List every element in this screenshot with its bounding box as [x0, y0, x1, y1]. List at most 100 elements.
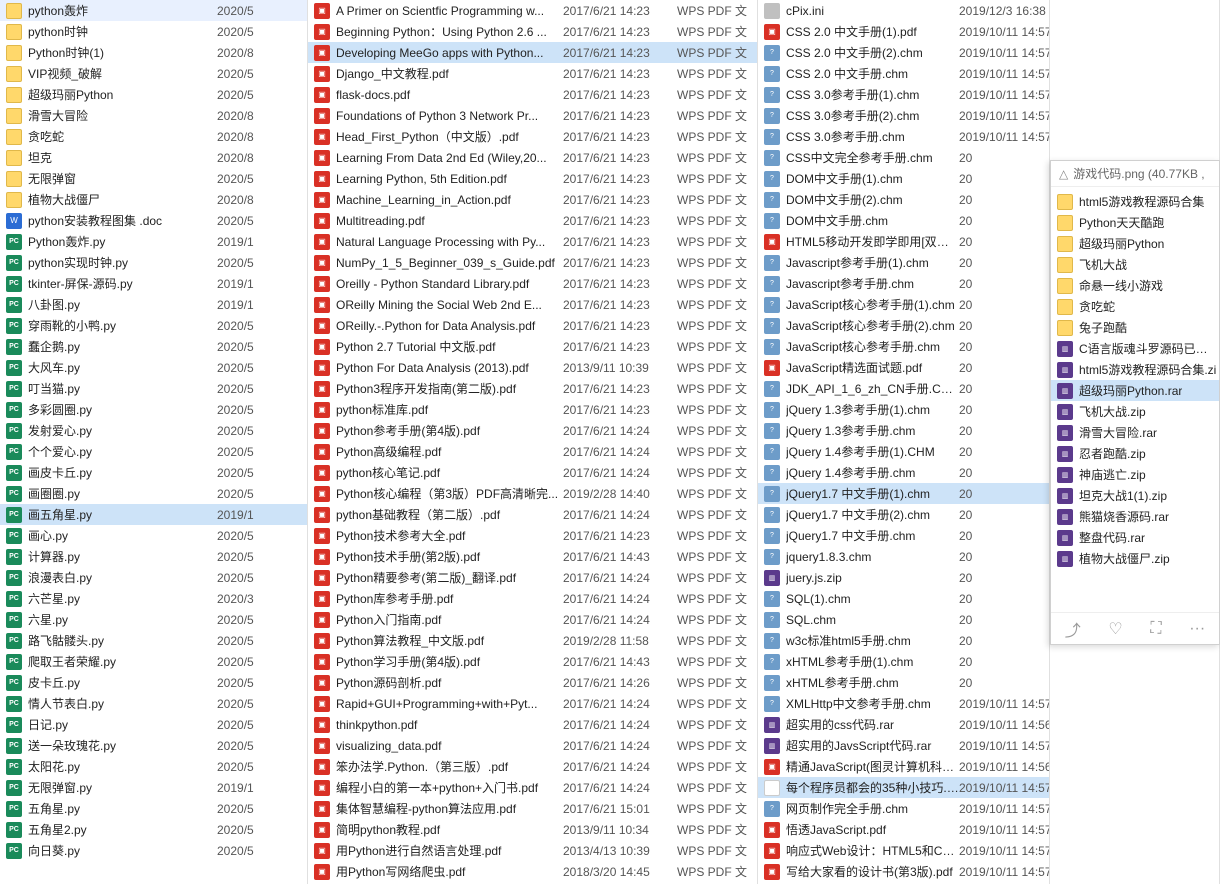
file-row[interactable]: PC大风车.py2020/5 — [0, 357, 307, 378]
file-row[interactable]: ?xHTML参考手册(1).chm20 — [758, 651, 1049, 672]
file-row[interactable]: ▣Python技术参考大全.pdf2017/6/21 14:23WPS PDF … — [308, 525, 757, 546]
file-row[interactable]: ▣精通JavaScript(图灵计算机科学丛书).pdf2019/10/11 1… — [758, 756, 1049, 777]
file-row[interactable]: ▣简明python教程.pdf2013/9/11 10:34WPS PDF 文 — [308, 819, 757, 840]
file-row[interactable]: ▥超实用的JavsScript代码.rar2019/10/11 14:57Win… — [758, 735, 1049, 756]
file-row[interactable]: PC日记.py2020/5 — [0, 714, 307, 735]
file-row[interactable]: PC六星.py2020/5 — [0, 609, 307, 630]
file-row[interactable]: ?JDK_API_1_6_zh_CN手册.CHM20 — [758, 378, 1049, 399]
file-row[interactable]: ▣Foundations of Python 3 Network Pr...20… — [308, 105, 757, 126]
file-row[interactable]: PC太阳花.py2020/5 — [0, 756, 307, 777]
file-row[interactable]: ▣python基础教程（第二版）.pdf2017/6/21 14:24WPS P… — [308, 504, 757, 525]
file-row[interactable]: ?jQuery 1.4参考手册.chm20 — [758, 462, 1049, 483]
file-row[interactable]: ▣Django_中文教程.pdf2017/6/21 14:23WPS PDF 文 — [308, 63, 757, 84]
file-row[interactable]: ▥忍者跑酷.zip — [1051, 443, 1219, 464]
file-row[interactable]: ▣写给大家看的设计书(第3版).pdf2019/10/11 14:57WPS P… — [758, 861, 1049, 882]
file-row[interactable]: 贪吃蛇 — [1051, 296, 1219, 317]
file-row[interactable]: 坦克2020/8 — [0, 147, 307, 168]
file-row[interactable]: 滑雪大冒险2020/8 — [0, 105, 307, 126]
file-row[interactable]: ▣Beginning Python：Using Python 2.6 ...20… — [308, 21, 757, 42]
file-row[interactable]: ▥坦克大战1(1).zip — [1051, 485, 1219, 506]
file-row[interactable]: ▣thinkpython.pdf2017/6/21 14:24WPS PDF 文 — [308, 714, 757, 735]
file-row[interactable]: ▣用Python写网络爬虫.pdf2018/3/20 14:45WPS PDF … — [308, 861, 757, 882]
file-row[interactable]: 超级玛丽Python2020/5 — [0, 84, 307, 105]
file-row[interactable]: 无限弹窗2020/5 — [0, 168, 307, 189]
file-row[interactable]: ▣OReilly Mining the Social Web 2nd E...2… — [308, 294, 757, 315]
file-row[interactable]: PC发射爱心.py2020/5 — [0, 420, 307, 441]
file-row[interactable]: ▣Head_First_Python（中文版）.pdf2017/6/21 14:… — [308, 126, 757, 147]
file-row[interactable]: ▣OReilly.-.Python for Data Analysis.pdf2… — [308, 315, 757, 336]
file-row[interactable]: ▣JavaScript精选面试题.pdf20 — [758, 357, 1049, 378]
file-row[interactable]: ?JavaScript核心参考手册(1).chm20 — [758, 294, 1049, 315]
file-row[interactable]: ▥神庙逃亡.zip — [1051, 464, 1219, 485]
file-row[interactable]: ▣Python3程序开发指南(第二版).pdf2017/6/21 14:23WP… — [308, 378, 757, 399]
file-row[interactable]: ?DOM中文手册(1).chm20 — [758, 168, 1049, 189]
file-row[interactable]: ▣Python核心编程（第3版）PDF高清晰完...2019/2/28 14:4… — [308, 483, 757, 504]
file-row[interactable]: ▣Python算法教程_中文版.pdf2019/2/28 11:58WPS PD… — [308, 630, 757, 651]
file-row[interactable]: ▣Learning Python, 5th Edition.pdf2017/6/… — [308, 168, 757, 189]
file-row[interactable]: ?Javascript参考手册.chm20 — [758, 273, 1049, 294]
file-row[interactable]: 贪吃蛇2020/8 — [0, 126, 307, 147]
file-row[interactable]: ?JavaScript核心参考手册(2).chm20 — [758, 315, 1049, 336]
more-icon[interactable]: ··· — [1189, 620, 1205, 638]
file-row[interactable]: PCtkinter-屏保-源码.py2019/1 — [0, 273, 307, 294]
file-row[interactable]: ▣悟透JavaScript.pdf2019/10/11 14:57WPS PDF… — [758, 819, 1049, 840]
file-row[interactable]: ▣Machine_Learning_in_Action.pdf2017/6/21… — [308, 189, 757, 210]
file-row[interactable]: ▣笨办法学.Python.（第三版）.pdf2017/6/21 14:24WPS… — [308, 756, 757, 777]
file-row[interactable]: ?DOM中文手册(2).chm20 — [758, 189, 1049, 210]
file-row[interactable]: PC多彩圆圈.py2020/5 — [0, 399, 307, 420]
file-row[interactable]: PC向日葵.py2020/5 — [0, 840, 307, 861]
file-row[interactable]: ?CSS 3.0参考手册(1).chm2019/10/11 14:57编译的 H… — [758, 84, 1049, 105]
file-row[interactable]: PCpython实现时钟.py2020/5 — [0, 252, 307, 273]
file-row[interactable]: ▣Python For Data Analysis (2013).pdf2013… — [308, 357, 757, 378]
file-row[interactable]: ▣Python源码剖析.pdf2017/6/21 14:26WPS PDF 文 — [308, 672, 757, 693]
file-row[interactable]: ?w3c标准html5手册.chm20 — [758, 630, 1049, 651]
file-row[interactable]: PC送一朵玫瑰花.py2020/5 — [0, 735, 307, 756]
file-row[interactable]: ▥植物大战僵尸.zip — [1051, 548, 1219, 569]
file-row[interactable]: PC画心.py2020/5 — [0, 525, 307, 546]
file-row[interactable]: ▣A Primer on Scientfic Programming w...2… — [308, 0, 757, 21]
file-row[interactable]: ▥飞机大战.zip — [1051, 401, 1219, 422]
file-row[interactable]: ▣编程小白的第一本+python+入门书.pdf2017/6/21 14:24W… — [308, 777, 757, 798]
file-row[interactable]: PC画皮卡丘.py2020/5 — [0, 462, 307, 483]
file-row[interactable]: 兔子跑酷 — [1051, 317, 1219, 338]
file-row[interactable]: ?DOM中文手册.chm20 — [758, 210, 1049, 231]
file-row[interactable]: ▥html5游戏教程源码合集.zi — [1051, 359, 1219, 380]
file-row[interactable]: ▣Python高级编程.pdf2017/6/21 14:24WPS PDF 文 — [308, 441, 757, 462]
file-row[interactable]: ?SQL.chm20 — [758, 609, 1049, 630]
file-row[interactable]: ?Javascript参考手册(1).chm20 — [758, 252, 1049, 273]
file-row[interactable]: ?jQuery 1.3参考手册(1).chm20 — [758, 399, 1049, 420]
file-row[interactable]: ▣HTML5移动开发即学即用[双色].pdf20 — [758, 231, 1049, 252]
file-row[interactable]: ▣集体智慧编程-python算法应用.pdf2017/6/21 15:01WPS… — [308, 798, 757, 819]
file-row[interactable]: ?CSS中文完全参考手册.chm20 — [758, 147, 1049, 168]
file-row[interactable]: ▣Learning From Data 2nd Ed (Wiley,20...2… — [308, 147, 757, 168]
file-row[interactable]: ▣用Python进行自然语言处理.pdf2013/4/13 10:39WPS P… — [308, 840, 757, 861]
file-row[interactable]: ▥超级玛丽Python.rar — [1051, 380, 1219, 401]
file-row[interactable]: ▣Python 2.7 Tutorial 中文版.pdf2017/6/21 14… — [308, 336, 757, 357]
file-row[interactable]: ▣flask-docs.pdf2017/6/21 14:23WPS PDF 文 — [308, 84, 757, 105]
file-row[interactable]: ▣Python参考手册(第4版).pdf2017/6/21 14:24WPS P… — [308, 420, 757, 441]
file-row[interactable]: PC叮当猫.py2020/5 — [0, 378, 307, 399]
file-row[interactable]: html5游戏教程源码合集 — [1051, 191, 1219, 212]
file-row[interactable]: ▥熊猫烧香源码.rar — [1051, 506, 1219, 527]
file-row[interactable]: ▣Python精要参考(第二版)_翻译.pdf2017/6/21 14:24WP… — [308, 567, 757, 588]
file-row[interactable]: ▣Python入门指南.pdf2017/6/21 14:24WPS PDF 文 — [308, 609, 757, 630]
file-row[interactable]: PC八卦图.py2019/1 — [0, 294, 307, 315]
file-row[interactable]: ?CSS 2.0 中文手册(2).chm2019/10/11 14:57编译的 … — [758, 42, 1049, 63]
file-row[interactable]: PC爬取王者荣耀.py2020/5 — [0, 651, 307, 672]
file-row[interactable]: python轰炸2020/5 — [0, 0, 307, 21]
file-row[interactable]: 飞机大战 — [1051, 254, 1219, 275]
file-row[interactable]: PC浪漫表白.py2020/5 — [0, 567, 307, 588]
file-row[interactable]: PC无限弹窗.py2019/1 — [0, 777, 307, 798]
file-row[interactable]: ▣Natural Language Processing with Py...2… — [308, 231, 757, 252]
file-row[interactable]: ?jquery1.8.3.chm20 — [758, 546, 1049, 567]
file-row[interactable]: 每个程序员都会的35种小技巧.txt2019/10/11 14:57文本文档 — [758, 777, 1049, 798]
file-row[interactable]: ▥C语言版魂斗罗源码已编译 — [1051, 338, 1219, 359]
file-row[interactable]: python时钟2020/5 — [0, 21, 307, 42]
file-row[interactable]: cPix.ini2019/12/3 16:38配置设置 — [758, 0, 1049, 21]
file-row[interactable]: ▣Python库参考手册.pdf2017/6/21 14:24WPS PDF 文 — [308, 588, 757, 609]
heart-icon[interactable]: ♡ — [1108, 619, 1122, 639]
file-row[interactable]: VIP视频_破解2020/5 — [0, 63, 307, 84]
file-row[interactable]: PCPython轰炸.py2019/1 — [0, 231, 307, 252]
file-row[interactable]: ▣Multitreading.pdf2017/6/21 14:23WPS PDF… — [308, 210, 757, 231]
file-row[interactable]: ▣Developing MeeGo apps with Python...201… — [308, 42, 757, 63]
